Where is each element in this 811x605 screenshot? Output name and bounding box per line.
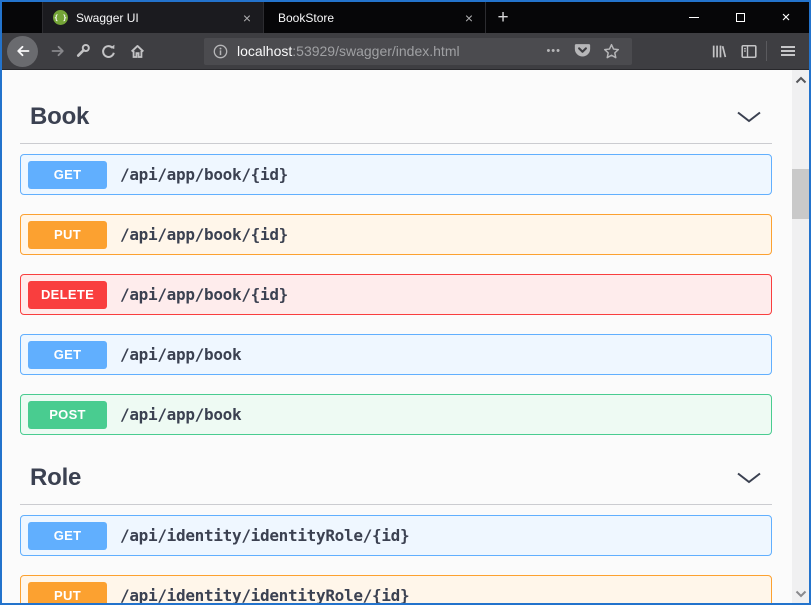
close-tab-icon[interactable]: × <box>461 10 477 26</box>
tab-title: BookStore <box>278 11 461 25</box>
section-title: Role <box>30 464 81 492</box>
endpoint-path: /api/app/book/{id} <box>120 225 288 244</box>
section-header-role[interactable]: Role <box>20 454 772 505</box>
chevron-down-icon[interactable] <box>736 111 762 123</box>
endpoint-row[interactable]: DELETE /api/app/book/{id} <box>20 274 772 315</box>
minimize-button[interactable] <box>671 2 717 33</box>
tab-bar: { } Swagger UI × BookStore × + × <box>2 2 809 33</box>
developer-tools-button[interactable] <box>75 43 91 59</box>
sidebar-icon <box>740 43 758 60</box>
endpoint-path: /api/identity/identityRole/{id} <box>120 586 409 604</box>
reload-button[interactable] <box>100 43 117 60</box>
url-path: :53929/swagger/index.html <box>292 43 459 59</box>
wrench-icon <box>75 43 91 59</box>
swagger-api-list: Book GET /api/app/book/{id} PUT /api/app… <box>2 93 809 604</box>
minimize-icon <box>689 17 699 18</box>
endpoint-path: /api/identity/identityRole/{id} <box>120 526 409 545</box>
method-badge: DELETE <box>28 281 107 309</box>
hamburger-icon <box>781 46 795 48</box>
endpoint-row[interactable]: PUT /api/identity/identityRole/{id} <box>20 575 772 604</box>
sidebars-button[interactable] <box>740 43 758 60</box>
method-badge: PUT <box>28 582 107 605</box>
method-badge: GET <box>28 341 107 369</box>
method-badge: PUT <box>28 221 107 249</box>
toolbar-right-icons <box>710 41 801 61</box>
url-text[interactable]: localhost:53929/swagger/index.html <box>237 43 539 59</box>
new-tab-button[interactable]: + <box>486 2 520 33</box>
endpoint-path: /api/app/book <box>120 405 241 424</box>
tabbar-spacer <box>2 2 42 33</box>
chevron-down-icon[interactable] <box>736 472 762 484</box>
scroll-down-icon <box>795 590 807 598</box>
window-controls: × <box>671 2 809 33</box>
method-badge: GET <box>28 161 107 189</box>
toolbar-separator <box>766 41 767 61</box>
page-actions-icon[interactable]: ••• <box>546 45 561 57</box>
menu-button[interactable] <box>775 46 801 57</box>
library-button[interactable] <box>710 43 728 60</box>
scroll-down-button[interactable] <box>792 586 809 602</box>
method-badge: POST <box>28 401 107 429</box>
home-button[interactable] <box>129 43 146 60</box>
method-badge: GET <box>28 522 107 550</box>
endpoint-row[interactable]: GET /api/app/book <box>20 334 772 375</box>
bookmark-star-icon[interactable] <box>603 43 620 60</box>
library-icon <box>710 43 728 60</box>
endpoint-row[interactable]: POST /api/app/book <box>20 394 772 435</box>
close-window-button[interactable]: × <box>763 2 809 33</box>
browser-window: { } Swagger UI × BookStore × + × <box>0 0 811 605</box>
site-info-icon[interactable] <box>213 44 228 59</box>
url-bar[interactable]: localhost:53929/swagger/index.html ••• <box>204 38 632 65</box>
home-icon <box>129 43 146 60</box>
endpoint-row[interactable]: GET /api/identity/identityRole/{id} <box>20 515 772 556</box>
endpoint-row[interactable]: GET /api/app/book/{id} <box>20 154 772 195</box>
tab-bookstore[interactable]: BookStore × <box>264 2 486 33</box>
scroll-up-icon <box>795 76 807 84</box>
scroll-up-button[interactable] <box>792 72 809 88</box>
scrollbar-thumb[interactable] <box>792 169 809 219</box>
url-host: localhost <box>237 43 292 59</box>
page-content: Book GET /api/app/book/{id} PUT /api/app… <box>2 70 809 604</box>
tab-swagger-ui[interactable]: { } Swagger UI × <box>42 2 264 33</box>
endpoint-path: /api/app/book/{id} <box>120 285 288 304</box>
back-arrow-icon <box>15 43 31 59</box>
vertical-scrollbar[interactable] <box>792 70 809 604</box>
reload-icon <box>100 43 117 60</box>
section-title: Book <box>30 103 89 131</box>
endpoint-path: /api/app/book <box>120 345 241 364</box>
maximize-button[interactable] <box>717 2 763 33</box>
forward-arrow-icon <box>50 43 66 59</box>
swagger-favicon-icon: { } <box>53 10 68 25</box>
close-tab-icon[interactable]: × <box>239 10 255 26</box>
section-header-book[interactable]: Book <box>20 93 772 144</box>
navigation-toolbar: localhost:53929/swagger/index.html ••• <box>2 33 809 70</box>
maximize-icon <box>736 13 745 22</box>
back-button[interactable] <box>7 36 38 67</box>
endpoint-path: /api/app/book/{id} <box>120 165 288 184</box>
forward-button[interactable] <box>50 43 66 59</box>
pocket-icon[interactable] <box>574 43 591 59</box>
endpoint-row[interactable]: PUT /api/app/book/{id} <box>20 214 772 255</box>
tab-title: Swagger UI <box>76 11 239 25</box>
